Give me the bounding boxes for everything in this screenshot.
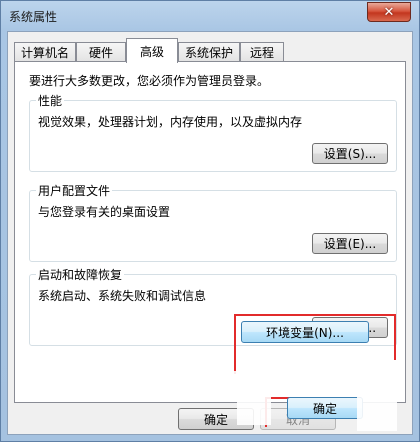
window-title: 系统属性 (9, 10, 58, 24)
ok-button-zoomed[interactable]: 确定 (287, 397, 363, 419)
dialog-client: 计算机名 硬件 高级 系统保护 远程 要进行大多数更改，您必须作为管理员登录。 … (7, 31, 413, 435)
tab-computer-name[interactable]: 计算机名 (14, 42, 76, 62)
close-button[interactable]: ✕ (367, 2, 411, 22)
tab-strip: 计算机名 硬件 高级 系统保护 远程 (14, 38, 406, 63)
user-profiles-description: 与您登录有关的桌面设置 (38, 205, 171, 219)
overlay-smear (229, 371, 349, 379)
close-icon: ✕ (383, 4, 395, 20)
overlay-smear (341, 351, 371, 361)
performance-group: 性能 视觉效果，处理器计划，内存使用，以及虚拟内存 设置(S)... (29, 92, 397, 172)
performance-description: 视觉效果，处理器计划，内存使用，以及虚拟内存 (38, 115, 303, 129)
tab-hardware[interactable]: 硬件 (76, 42, 126, 62)
tab-system-protection[interactable]: 系统保护 (178, 42, 240, 62)
highlight-box (234, 314, 396, 360)
performance-settings-button[interactable]: 设置(S)... (312, 143, 388, 164)
admin-note: 要进行大多数更改，您必须作为管理员登录。 (29, 74, 270, 88)
user-profiles-group: 用户配置文件 与您登录有关的桌面设置 设置(E)... (29, 182, 397, 262)
overlay-smear (357, 379, 397, 431)
tab-remote[interactable]: 远程 (240, 42, 284, 62)
system-properties-window: 系统属性 ✕ 计算机名 硬件 高级 系统保护 远程 要进行大多数更改，您必须作为… (0, 0, 420, 442)
tab-advanced[interactable]: 高级 (126, 38, 178, 63)
startup-recovery-group-title: 启动和故障恢复 (36, 266, 125, 283)
user-profiles-settings-button[interactable]: 设置(E)... (312, 233, 388, 254)
performance-group-title: 性能 (36, 92, 65, 109)
title-bar[interactable]: 系统属性 ✕ (1, 1, 419, 31)
user-profiles-group-title: 用户配置文件 (36, 182, 113, 199)
startup-recovery-description: 系统启动、系统失败和调试信息 (38, 289, 207, 303)
overlay-smear (237, 385, 271, 425)
